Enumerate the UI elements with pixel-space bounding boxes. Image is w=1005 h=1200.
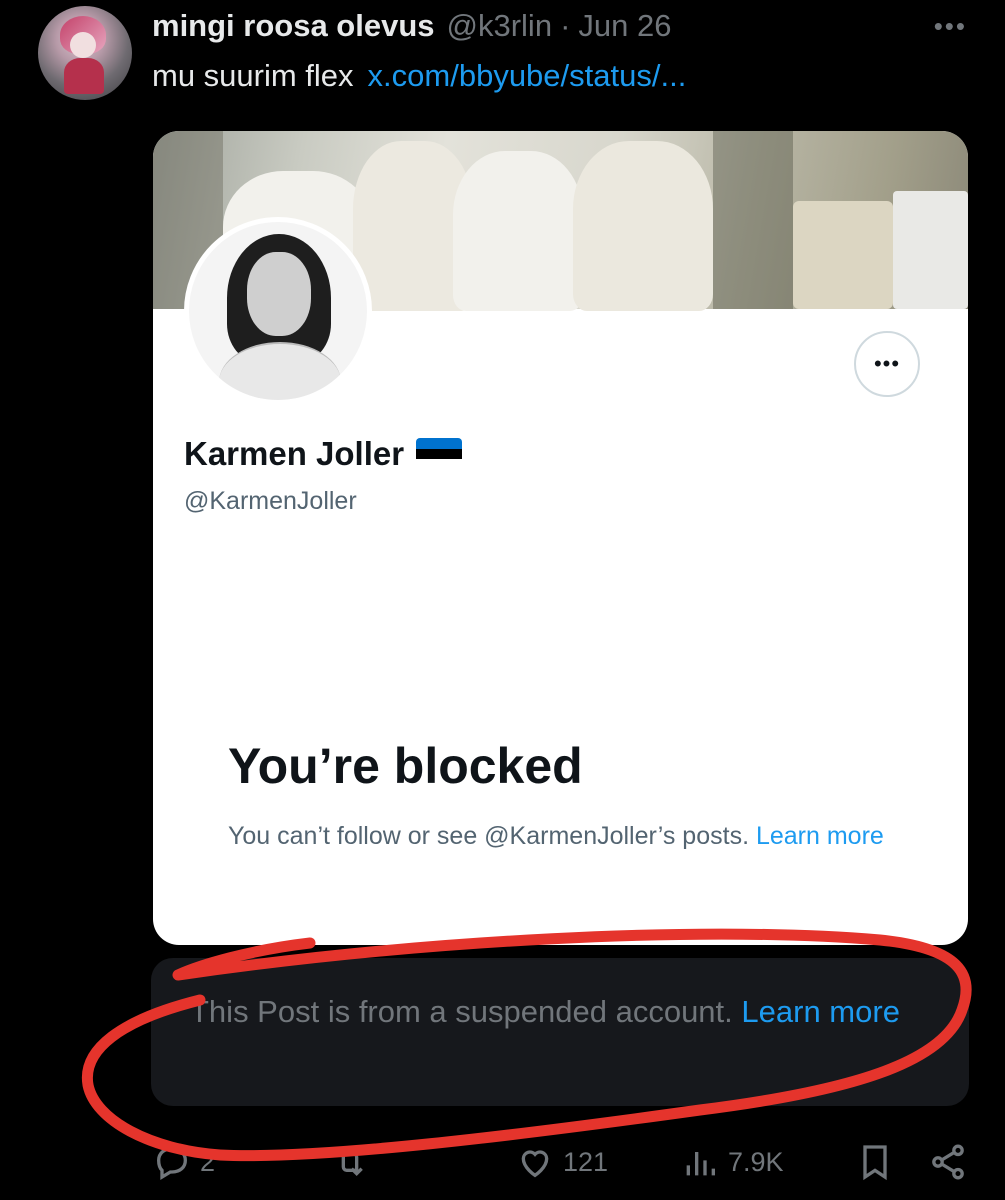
more-icon[interactable]: •••: [934, 13, 967, 39]
blocked-title: You’re blocked: [228, 738, 583, 794]
learn-more-link[interactable]: Learn more: [756, 822, 884, 850]
estonia-flag-icon: [416, 438, 463, 470]
share-button[interactable]: [928, 1142, 968, 1182]
tweet-body: mu suurim flex: [152, 58, 354, 93]
profile-avatar[interactable]: [184, 217, 372, 405]
retweet-icon: [337, 1147, 363, 1177]
separator-dot: ·: [560, 8, 571, 43]
profile-handle: @KarmenJoller: [184, 487, 357, 515]
profile-more-button[interactable]: •••: [854, 331, 920, 397]
action-bar: 2 121 7.9K: [0, 1132, 1005, 1192]
share-icon: [932, 1144, 964, 1180]
views-icon: [686, 1152, 715, 1176]
avatar-dress: [64, 58, 104, 94]
like-count: 121: [563, 1146, 609, 1177]
tweet-link[interactable]: x.com/bbyube/status/...: [368, 58, 687, 93]
bookmark-button[interactable]: [855, 1142, 895, 1182]
tweet-header: mingi roosa olevus @k3rlin · Jun 26: [152, 8, 671, 50]
tweet-text: mu suurim flex x.com/bbyube/status/...: [152, 58, 686, 94]
profile-name-text: Karmen Joller: [184, 435, 405, 472]
embedded-profile-card[interactable]: ••• Karmen Joller @KarmenJoller You’re b…: [153, 131, 968, 945]
views-button[interactable]: 7.9K: [680, 1142, 784, 1182]
author-name[interactable]: mingi roosa olevus: [152, 8, 435, 44]
blocked-text: You can’t follow or see @KarmenJoller’s …: [228, 822, 750, 850]
profile-name: Karmen Joller: [184, 435, 463, 473]
suspended-notice: This Post is from a suspended account. L…: [151, 958, 969, 1106]
like-button[interactable]: 121: [515, 1142, 608, 1182]
reply-button[interactable]: 2: [152, 1142, 215, 1182]
bookmark-icon: [863, 1145, 887, 1181]
author-avatar[interactable]: [38, 6, 132, 100]
author-handle[interactable]: @k3rlin: [447, 8, 553, 44]
like-icon: [521, 1150, 549, 1178]
learn-more-link[interactable]: Learn more: [741, 994, 900, 1029]
avatar-face: [70, 32, 96, 58]
reply-count: 2: [200, 1146, 216, 1177]
blocked-message: You can’t follow or see @KarmenJoller’s …: [228, 818, 928, 855]
views-count: 7.9K: [728, 1146, 784, 1177]
reply-icon: [156, 1146, 188, 1180]
suspended-text: This Post is from a suspended account.: [190, 994, 733, 1029]
tweet-date[interactable]: Jun 26: [578, 8, 671, 44]
retweet-button[interactable]: [330, 1142, 378, 1182]
